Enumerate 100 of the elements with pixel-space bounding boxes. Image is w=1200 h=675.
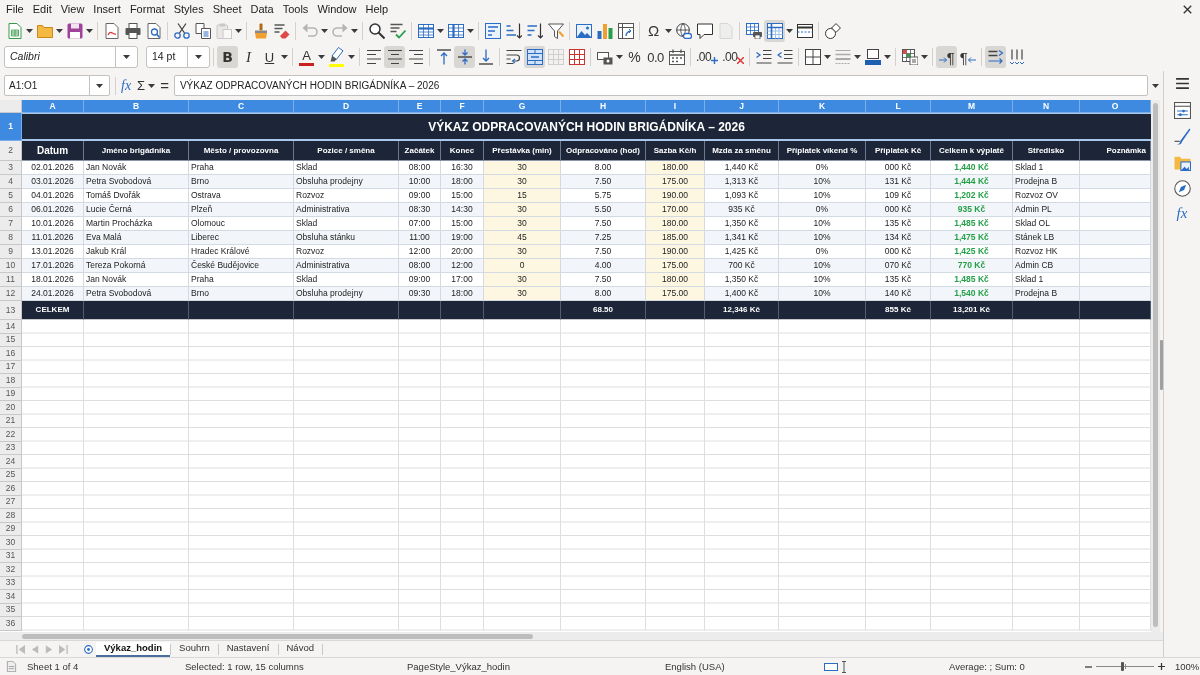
row-header[interactable]: 34 <box>0 590 22 604</box>
sum-button[interactable]: Σ <box>135 75 148 96</box>
conditional-button[interactable] <box>899 46 921 68</box>
menu-item[interactable]: Edit <box>32 3 52 15</box>
column-header[interactable]: B <box>84 100 189 113</box>
row-header[interactable]: 12 <box>0 287 22 301</box>
menu-item[interactable]: Data <box>250 3 274 15</box>
caret-icon[interactable] <box>467 28 474 33</box>
caret-icon[interactable] <box>616 55 623 59</box>
font-name-field[interactable]: Calibri <box>4 46 138 68</box>
row-header[interactable]: 36 <box>0 617 22 631</box>
function-wizard-button[interactable]: fx <box>119 75 134 96</box>
font-size-field[interactable]: 14 pt <box>146 46 210 68</box>
italic-button[interactable]: I <box>238 46 259 68</box>
percent-button[interactable]: % <box>624 46 645 68</box>
menu-item[interactable]: Tools <box>282 3 309 15</box>
menu-item[interactable]: Help <box>365 3 389 15</box>
sidebar-grip[interactable] <box>1160 340 1163 390</box>
row-header[interactable]: 22 <box>0 428 22 442</box>
caret-icon[interactable] <box>96 83 103 88</box>
right-to-left-button[interactable]: ¶ <box>957 46 979 68</box>
scrollbar-thumb[interactable] <box>1153 103 1158 627</box>
zoom-slider[interactable] <box>1096 662 1154 671</box>
vertical-scrollbar[interactable] <box>1151 100 1160 632</box>
caret-icon[interactable] <box>921 55 929 59</box>
caret-icon[interactable] <box>123 55 130 59</box>
special-character-button[interactable]: Ω <box>643 19 664 42</box>
row-header[interactable]: 20 <box>0 401 22 415</box>
column-header[interactable]: M <box>931 100 1013 113</box>
border-color-button[interactable] <box>862 46 884 68</box>
caret-icon[interactable] <box>195 55 202 59</box>
row-header[interactable]: 30 <box>0 536 22 550</box>
caret-icon[interactable] <box>786 28 793 33</box>
delete-decimal-button[interactable]: .00 <box>720 46 747 68</box>
row-header[interactable]: 24 <box>0 455 22 469</box>
caret-icon[interactable] <box>318 55 325 59</box>
sheet-tab[interactable]: Souhrn <box>171 641 218 657</box>
add-decimal-button[interactable]: .00 <box>694 46 721 68</box>
caret-icon[interactable] <box>884 55 892 59</box>
caret-icon[interactable] <box>235 28 242 33</box>
unmerge-button[interactable] <box>566 46 587 68</box>
close-icon[interactable] <box>1183 4 1192 14</box>
row-header[interactable]: 5 <box>0 189 22 203</box>
column-header[interactable]: J <box>705 100 779 113</box>
selection-rectangle-icon[interactable] <box>824 662 838 671</box>
freeze-button[interactable] <box>764 19 785 42</box>
sheet-tab[interactable]: Výkaz_hodin <box>96 641 171 657</box>
column-header[interactable]: O <box>1080 100 1151 113</box>
row-header[interactable]: 11 <box>0 273 22 287</box>
column-header[interactable]: I <box>646 100 705 113</box>
column-header[interactable]: N <box>1013 100 1080 113</box>
caret-icon[interactable] <box>665 28 672 33</box>
caret-icon[interactable] <box>1152 83 1159 88</box>
slider-thumb[interactable] <box>1120 662 1124 671</box>
row-header[interactable]: 32 <box>0 563 22 577</box>
row-header[interactable]: 28 <box>0 509 22 523</box>
caret-icon[interactable] <box>281 55 288 59</box>
left-to-right-button[interactable]: ¶ <box>936 46 958 68</box>
menu-item[interactable]: Styles <box>173 3 204 15</box>
sheet-tab[interactable]: Návod <box>278 641 322 657</box>
bold-button[interactable]: B <box>217 46 238 68</box>
caret-icon[interactable] <box>56 28 63 33</box>
sheet-tab[interactable]: Nastavení <box>218 641 278 657</box>
row-header[interactable]: 4 <box>0 175 22 189</box>
column-header[interactable]: H <box>561 100 646 113</box>
text-horizontal-button[interactable] <box>985 46 1007 68</box>
row-header[interactable]: 14 <box>0 320 22 334</box>
highlight-button[interactable] <box>326 46 347 68</box>
borders-button[interactable] <box>802 46 824 68</box>
scrollbar-thumb[interactable] <box>22 633 533 639</box>
caret-icon[interactable] <box>321 28 328 33</box>
plus-icon[interactable] <box>1158 663 1165 670</box>
functions-button[interactable]: fx <box>1175 206 1189 221</box>
row-header[interactable]: 26 <box>0 482 22 496</box>
row-header[interactable]: 16 <box>0 347 22 361</box>
row-header[interactable]: 13 <box>0 301 22 320</box>
standard-button[interactable]: 0.0 <box>645 46 666 68</box>
column-header[interactable]: E <box>399 100 441 113</box>
name-box[interactable]: A1:O1 <box>4 75 110 96</box>
row-header[interactable]: 7 <box>0 217 22 231</box>
row-header[interactable]: 3 <box>0 161 22 175</box>
column-header[interactable]: A <box>22 100 84 113</box>
compass-icon[interactable] <box>1173 180 1191 197</box>
minus-icon[interactable] <box>1085 663 1092 670</box>
text-cursor-icon[interactable] <box>841 660 847 673</box>
column-header[interactable]: L <box>866 100 931 113</box>
caret-icon[interactable] <box>824 55 832 59</box>
caret-icon[interactable] <box>148 83 156 88</box>
row-header[interactable]: 2 <box>0 141 22 161</box>
row-header[interactable]: 18 <box>0 374 22 388</box>
column-header[interactable]: F <box>441 100 484 113</box>
menu-item[interactable]: Format <box>129 3 165 15</box>
menu-item[interactable]: View <box>60 3 85 15</box>
caret-icon[interactable] <box>86 28 93 33</box>
caret-icon[interactable] <box>348 55 355 59</box>
column-header[interactable]: C <box>189 100 294 113</box>
zoom-level[interactable]: 100% <box>1175 661 1200 672</box>
folder-image-icon[interactable] <box>1173 154 1191 171</box>
row-header[interactable]: 10 <box>0 259 22 273</box>
formula-button[interactable]: = <box>158 75 171 96</box>
